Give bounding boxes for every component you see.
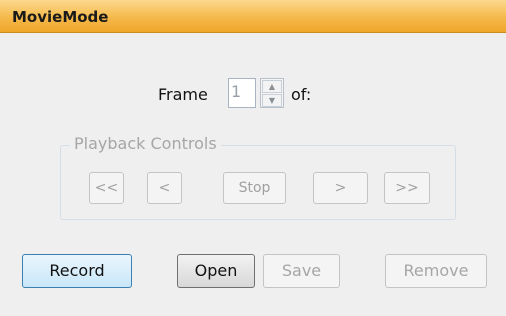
- spinner-down-icon[interactable]: ▼: [262, 94, 282, 107]
- spinner-up-icon[interactable]: ▲: [262, 80, 282, 93]
- step-back-button[interactable]: <: [147, 172, 182, 204]
- fast-forward-button[interactable]: >>: [384, 172, 430, 204]
- frame-spinner[interactable]: ▲ ▼: [260, 78, 284, 108]
- open-button[interactable]: Open: [177, 254, 255, 288]
- title-bar: MovieMode: [0, 0, 506, 33]
- playback-controls-label: Playback Controls: [70, 134, 221, 153]
- frame-label: Frame: [158, 85, 208, 104]
- save-button[interactable]: Save: [263, 254, 340, 288]
- window-title: MovieMode: [12, 8, 109, 26]
- stop-button[interactable]: Stop: [223, 172, 286, 204]
- step-forward-button[interactable]: >: [313, 172, 368, 204]
- record-button[interactable]: Record: [22, 254, 132, 288]
- remove-button[interactable]: Remove: [385, 254, 487, 288]
- of-label: of:: [291, 85, 312, 104]
- rewind-button[interactable]: <<: [89, 172, 124, 204]
- frame-number-input[interactable]: 1: [228, 78, 256, 108]
